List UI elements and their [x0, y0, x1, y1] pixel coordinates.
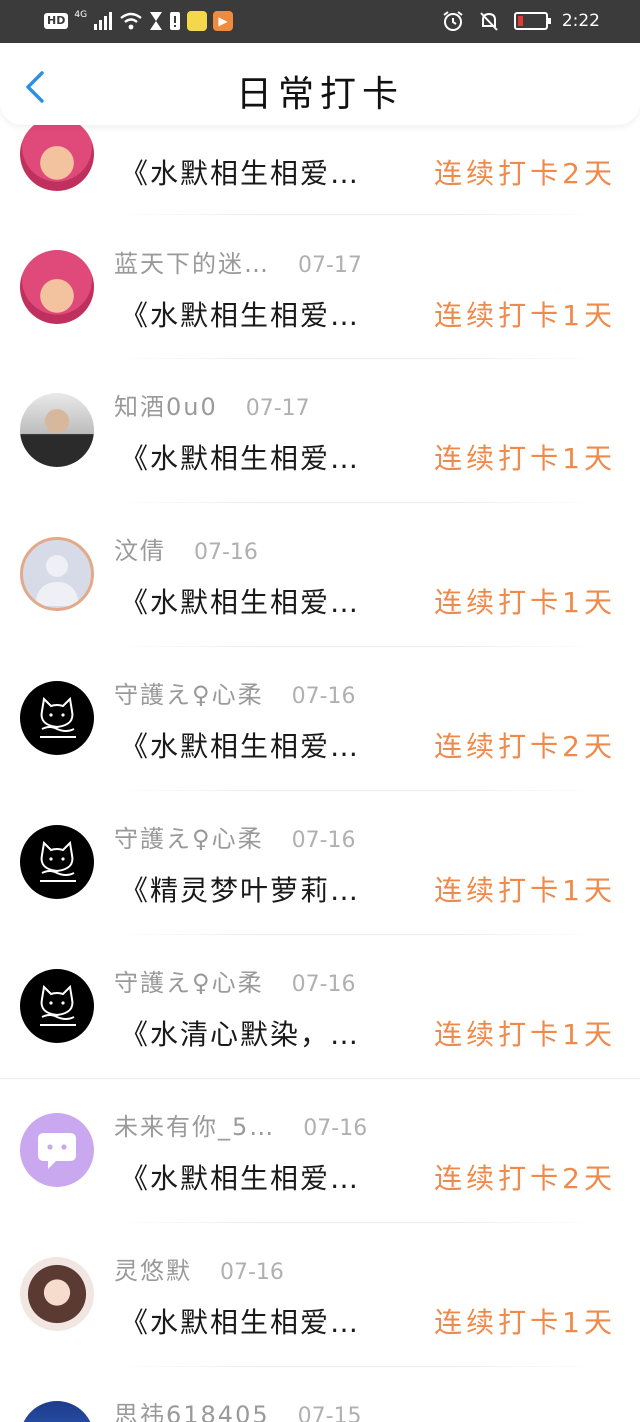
name-line: 守護え♀心柔 07-16 [114, 819, 356, 854]
streak-label: 连续打卡1天 [434, 1306, 616, 1339]
list-item[interactable]: 守護え♀心柔 07-16 《水清心默染，… 连续打卡1天 [0, 935, 640, 1079]
name-line: 思祎618405 07-15 [114, 1395, 362, 1422]
name-line: 汶倩 07-16 [114, 531, 258, 566]
streak-label: 连续打卡2天 [434, 157, 616, 190]
checkin-topic: 《精灵梦叶萝莉… [120, 874, 361, 907]
checkin-date: 07-16 [291, 828, 356, 853]
streak-label: 连续打卡2天 [434, 730, 616, 763]
checkin-topic: 《水默相生相爱… [120, 299, 361, 332]
checkin-date: 07-16 [194, 540, 258, 565]
checkin-topic: 《水默相生相爱… [120, 1306, 361, 1339]
man-photo-avatar[interactable] [20, 393, 94, 467]
user-name[interactable]: 汶倩 [114, 531, 166, 566]
checkin-date: 07-16 [291, 684, 356, 709]
user-name[interactable]: 思祎618405 [114, 1395, 270, 1422]
checkin-date: 07-17 [245, 396, 310, 421]
night-avatar[interactable] [20, 1401, 94, 1422]
name-line: 未来有你_5… 07-16 [114, 1107, 368, 1142]
checkin-date: 07-16 [291, 972, 356, 997]
cat-doodle-icon [40, 984, 76, 1026]
list-item[interactable]: 灵悠默 07-16 《水默相生相爱… 连续打卡1天 [0, 1223, 640, 1367]
checkin-topic: 《水默相生相爱… [120, 157, 361, 190]
name-line: 守護え♀心柔 07-16 [114, 675, 356, 710]
default-avatar[interactable] [20, 537, 94, 611]
user-name[interactable]: 守護え♀心柔 [114, 675, 264, 710]
cat-avatar[interactable] [20, 825, 94, 899]
user-name[interactable]: 蓝天下的迷… [114, 244, 270, 279]
person-silhouette-icon [35, 555, 79, 606]
name-line: 蓝天下的迷… 07-17 [114, 244, 362, 279]
checkin-topic: 《水默相生相爱… [120, 442, 361, 475]
streak-label: 连续打卡1天 [434, 586, 616, 619]
chat-bubble-icon [38, 1133, 76, 1169]
user-name[interactable]: 守護え♀心柔 [114, 819, 264, 854]
name-line: 灵悠默 07-16 [114, 1251, 284, 1286]
cat-doodle-icon [40, 696, 76, 738]
user-name[interactable]: 守護え♀心柔 [114, 963, 264, 998]
list-item[interactable]: 汶倩 07-16 《水默相生相爱… 连续打卡1天 [0, 503, 640, 647]
streak-label: 连续打卡1天 [434, 442, 616, 475]
streak-label: 连续打卡1天 [434, 1018, 616, 1051]
nav-header: 日常打卡 [0, 43, 640, 125]
anime-girl-avatar[interactable] [20, 117, 94, 191]
list-item[interactable]: 蓝天下的迷… 07-17 《水默相生相爱… 连续打卡1天 [0, 216, 640, 360]
checkin-date: 07-15 [297, 1404, 362, 1422]
list-item[interactable]: 知酒0u0 07-17 《水默相生相爱… 连续打卡1天 [0, 359, 640, 503]
cat-doodle-icon [40, 840, 76, 882]
chat-bubble-avatar[interactable] [20, 1113, 94, 1187]
checkin-topic: 《水默相生相爱… [120, 730, 361, 763]
anime-girl2-avatar[interactable] [20, 1257, 94, 1331]
checkin-date: 07-17 [298, 253, 362, 278]
checkin-topic: 《水默相生相爱… [120, 586, 361, 619]
checkin-date: 07-16 [220, 1260, 284, 1285]
name-line: 守護え♀心柔 07-16 [114, 963, 356, 998]
divider [114, 214, 600, 215]
cat-avatar[interactable] [20, 681, 94, 755]
list-item[interactable]: 守護え♀心柔 07-16 《精灵梦叶萝莉… 连续打卡1天 [0, 791, 640, 935]
checkin-topic: 《水默相生相爱… [120, 1162, 361, 1195]
list-item[interactable]: 未来有你_5… 07-16 《水默相生相爱… 连续打卡2天 [0, 1079, 640, 1223]
checkin-list: 《水默相生相爱… 连续打卡2天 蓝天下的迷… 07-17 《水默相生相爱… 连续… [0, 0, 640, 1422]
streak-label: 连续打卡1天 [434, 299, 616, 332]
user-name[interactable]: 未来有你_5… [114, 1107, 275, 1142]
name-line: 知酒0u0 07-17 [114, 387, 310, 422]
anime-girl-avatar[interactable] [20, 250, 94, 324]
list-item[interactable]: 思祎618405 07-15 [0, 1367, 640, 1422]
streak-label: 连续打卡1天 [434, 874, 616, 907]
user-name[interactable]: 灵悠默 [114, 1251, 192, 1286]
checkin-date: 07-16 [303, 1116, 368, 1141]
streak-label: 连续打卡2天 [434, 1162, 616, 1195]
list-item[interactable]: 守護え♀心柔 07-16 《水默相生相爱… 连续打卡2天 [0, 647, 640, 791]
cat-avatar[interactable] [20, 969, 94, 1043]
checkin-topic: 《水清心默染，… [120, 1018, 361, 1051]
user-name[interactable]: 知酒0u0 [114, 387, 218, 422]
page-title: 日常打卡 [235, 74, 404, 115]
